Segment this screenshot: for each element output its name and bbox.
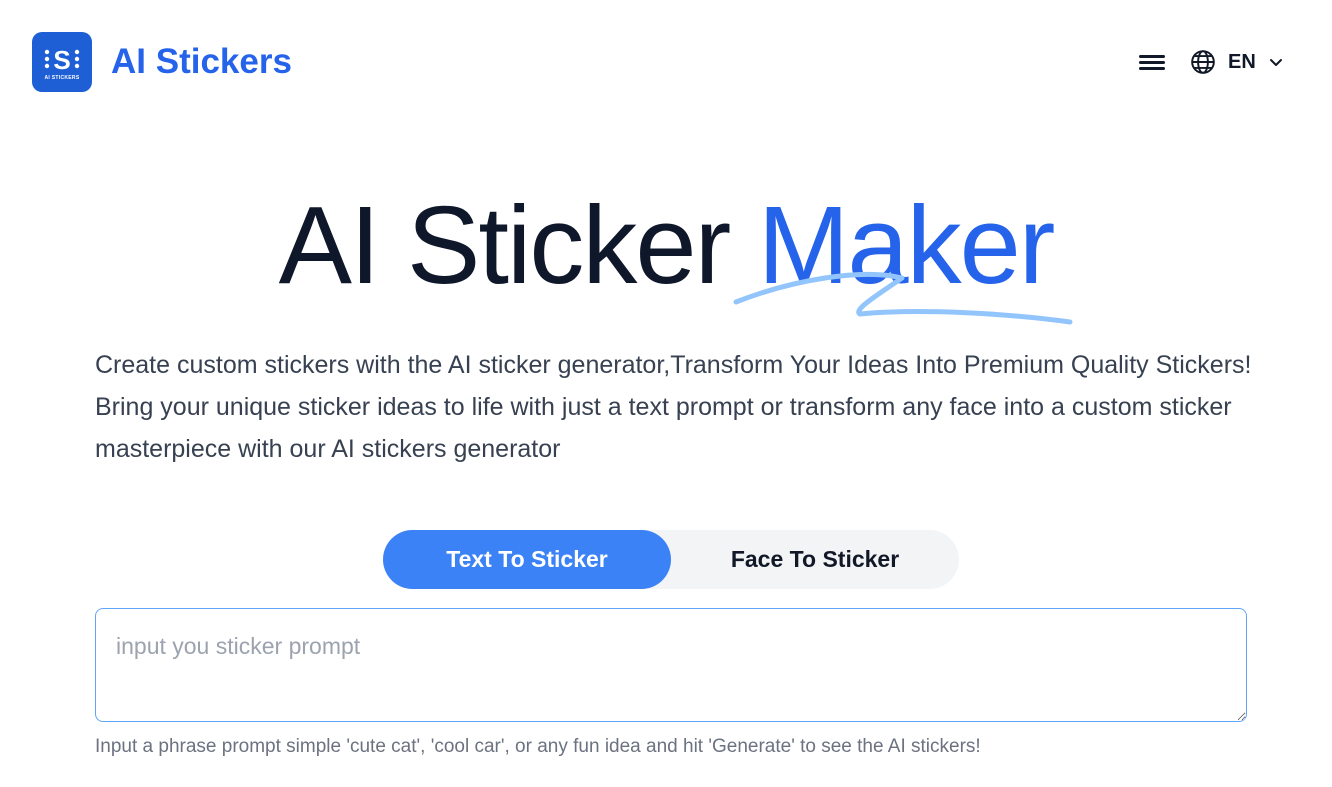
sticker-prompt-input[interactable]	[95, 608, 1247, 722]
svg-text:S: S	[53, 45, 70, 74]
logo[interactable]: S AI STICKERS	[32, 32, 92, 92]
language-code: EN	[1228, 50, 1256, 73]
globe-icon	[1191, 50, 1215, 74]
prompt-hint: Input a phrase prompt simple 'cute cat',…	[95, 736, 981, 757]
tab-text-to-sticker[interactable]: Text To Sticker	[383, 530, 671, 589]
logo-caption: AI STICKERS	[44, 74, 80, 81]
title-underline-swoosh	[733, 271, 1073, 325]
page-title: AI Sticker Maker	[0, 186, 1332, 306]
mode-tabs: Text To Sticker Face To Sticker	[383, 530, 959, 589]
menu-button[interactable]	[1136, 48, 1168, 76]
chevron-down-icon	[1269, 59, 1282, 66]
hero-description: Create custom stickers with the AI stick…	[95, 351, 1252, 463]
language-selector[interactable]: EN	[1190, 46, 1284, 78]
title-main: AI Sticker	[278, 184, 732, 307]
site-header: S AI STICKERS AI Stickers EN	[0, 0, 1332, 124]
hamburger-icon	[1139, 55, 1165, 58]
tab-face-to-sticker[interactable]: Face To Sticker	[671, 530, 959, 589]
brand-name[interactable]: AI Stickers	[111, 40, 292, 84]
logo-s-icon: S	[44, 45, 80, 74]
